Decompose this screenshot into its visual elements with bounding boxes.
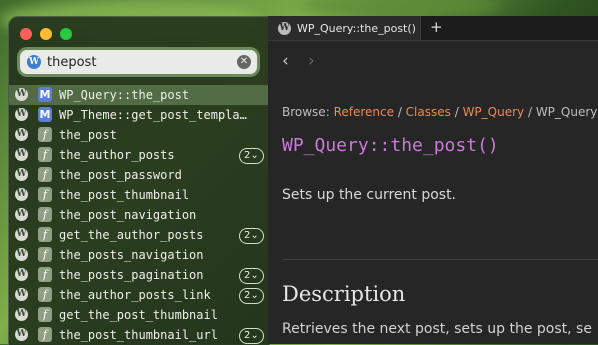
tab-active[interactable]: W WP_Query::the_post() — [268, 16, 421, 40]
zoom-window-button[interactable] — [60, 28, 72, 40]
back-button[interactable]: ‹ — [282, 51, 289, 71]
result-item[interactable]: Wf get_the_author_posts 2⌄ — [9, 225, 269, 245]
wordpress-icon: W — [15, 208, 28, 221]
clear-icon[interactable]: ✕ — [237, 55, 251, 69]
result-item[interactable]: Wf the_post_thumbnail_url 2⌄ — [9, 325, 269, 345]
result-name: the_post_thumbnail — [59, 188, 190, 202]
sidebar: W ✕ WMWP_Query::the_postWMWP_Theme::get_… — [8, 16, 270, 345]
tab-title: WP_Query::the_post() — [297, 21, 416, 35]
wordpress-icon: W — [15, 148, 28, 161]
close-window-button[interactable] — [20, 28, 32, 40]
window-controls — [20, 28, 72, 40]
breadcrumb-link[interactable]: Reference — [334, 105, 394, 119]
result-item[interactable]: W M WP_Theme::get_post_templa… — [9, 105, 269, 125]
function-icon: f — [38, 287, 52, 302]
result-name: the_author_posts_link — [59, 288, 211, 302]
result-name: the_post_password — [59, 168, 182, 182]
wordpress-icon: W — [15, 88, 28, 101]
wordpress-icon: W — [15, 168, 28, 181]
forward-button[interactable]: › — [308, 51, 315, 71]
function-icon: f — [38, 127, 52, 142]
result-name: WP_Query::the_post — [59, 88, 190, 102]
doc-pane: W WP_Query::the_post() + ‹ › Browse: Ref… — [268, 16, 598, 344]
page-summary: Sets up the current post. — [282, 187, 457, 203]
function-icon: f — [38, 187, 52, 202]
result-item[interactable]: Wf the_post — [9, 125, 269, 145]
minimize-window-button[interactable] — [40, 28, 52, 40]
wordpress-icon: W — [15, 188, 28, 201]
function-icon: f — [38, 167, 52, 182]
search-box[interactable]: W ✕ — [20, 50, 257, 74]
section-heading: Description — [282, 282, 406, 306]
wordpress-icon: W — [15, 108, 28, 121]
result-item[interactable]: W M WP_Query::the_post — [9, 85, 269, 105]
method-icon: M — [38, 107, 52, 122]
result-item[interactable]: Wf the_post_navigation — [9, 205, 269, 225]
wordpress-icon: W — [15, 308, 28, 321]
method-icon: M — [38, 87, 52, 102]
count-badge[interactable]: 2⌄ — [239, 228, 264, 244]
result-item[interactable]: Wf the_post_thumbnail — [9, 185, 269, 205]
count-badge[interactable]: 2⌄ — [239, 328, 264, 344]
function-icon: f — [38, 147, 52, 162]
page-title: WP_Query::the_post() — [282, 135, 499, 156]
result-item[interactable]: Wf the_posts_pagination 2⌄ — [9, 265, 269, 285]
result-name: the_post — [59, 128, 117, 142]
breadcrumb-link[interactable]: Classes — [406, 105, 451, 119]
wordpress-icon: W — [15, 288, 28, 301]
result-item[interactable]: Wf the_posts_navigation — [9, 245, 269, 265]
section-body: Retrieves the next post, sets up the pos… — [282, 321, 592, 337]
tab-bar: W WP_Query::the_post() + — [268, 16, 598, 41]
function-icon: f — [38, 267, 52, 282]
wordpress-icon: W — [15, 248, 28, 261]
breadcrumb-link[interactable]: WP_Query — [463, 105, 525, 119]
result-item[interactable]: Wf the_author_posts_link 2⌄ — [9, 285, 269, 305]
new-tab-button[interactable]: + — [430, 18, 443, 36]
wordpress-icon: W — [15, 268, 28, 281]
results-list: W M WP_Query::the_post W M WP_Theme::get_post… — [9, 85, 269, 345]
function-icon: f — [38, 327, 52, 342]
search-input[interactable] — [47, 54, 227, 70]
wordpress-icon: W — [15, 228, 28, 241]
result-name: the_post_thumbnail_url — [59, 328, 218, 342]
wordpress-icon: W — [278, 21, 291, 35]
wordpress-icon: W — [15, 328, 28, 341]
wordpress-icon: W — [15, 128, 28, 141]
result-name: WP_Theme::get_post_templa… — [59, 108, 247, 122]
result-item[interactable]: Wf the_post_password — [9, 165, 269, 185]
result-name: get_the_author_posts — [59, 228, 204, 242]
result-name: the_posts_navigation — [59, 248, 204, 262]
function-icon: f — [38, 227, 52, 242]
breadcrumb-current: WP_Query — [535, 105, 598, 119]
result-name: the_posts_pagination — [59, 268, 204, 282]
wordpress-icon: W — [27, 55, 41, 69]
function-icon: f — [38, 307, 52, 322]
count-badge[interactable]: 2⌄ — [239, 268, 264, 284]
result-name: the_author_posts — [59, 148, 175, 162]
function-icon: f — [38, 207, 52, 222]
result-item[interactable]: Wf get_the_post_thumbnail — [9, 305, 269, 325]
breadcrumb: Browse: Reference / Classes / WP_Query /… — [282, 105, 598, 119]
breadcrumb-prefix: Browse: — [282, 105, 334, 119]
divider — [282, 259, 598, 260]
result-name: the_post_navigation — [59, 208, 197, 222]
count-badge[interactable]: 2⌄ — [239, 288, 264, 304]
count-badge[interactable]: 2⌄ — [239, 148, 264, 164]
function-icon: f — [38, 247, 52, 262]
result-item[interactable]: Wf the_author_posts 2⌄ — [9, 145, 269, 165]
result-name: get_the_post_thumbnail — [59, 308, 218, 322]
